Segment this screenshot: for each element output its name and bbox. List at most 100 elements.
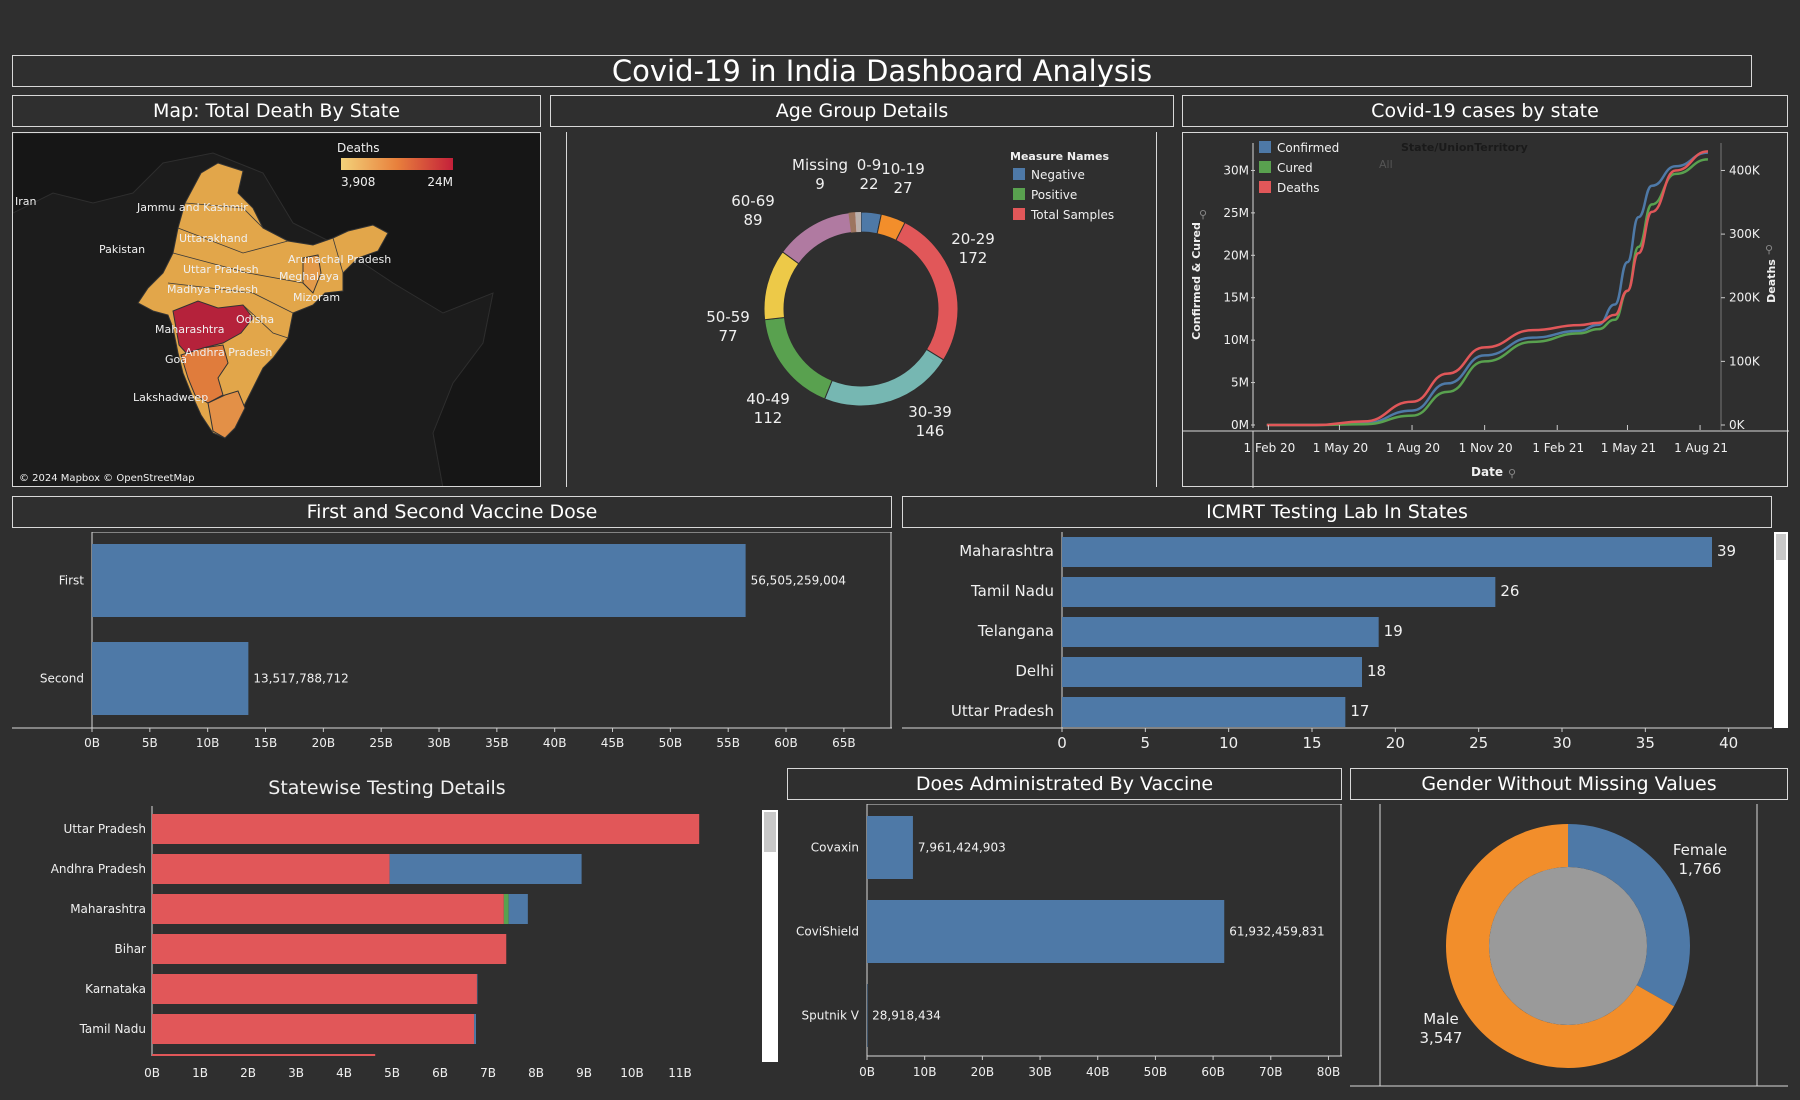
icmr-bar-telangana[interactable] (1062, 617, 1379, 647)
svg-text:Total Samples: Total Samples (1030, 208, 1114, 222)
age-panel[interactable]: 0-9 22 10-19 27 20-29 172 30-39 146 40-49 112 50-5… (550, 132, 1174, 487)
cases-x-tick: 1 May 21 (1601, 441, 1656, 455)
dose-bar-svg[interactable]: First 56,505,259,004 Second 13,517,788,712 0… (12, 531, 892, 760)
icmr-scrollbar[interactable] (1774, 532, 1788, 728)
icmr-bar-uttar-pradesh[interactable] (1062, 697, 1346, 727)
byvax-bar-svg[interactable]: Covaxin 7,961,424,903 CoviShield 61,932,459… (787, 803, 1342, 1096)
age-donut-svg[interactable]: 0-92210-1927 20-29172 30-39146 40-49112 50-5… (550, 132, 1174, 487)
cases-legend-deaths[interactable]: Deaths (1259, 181, 1320, 195)
cases-line-deaths[interactable] (1266, 150, 1709, 427)
age-legend-positive[interactable]: Positive (1013, 188, 1077, 202)
gender-donut-svg[interactable]: Female1,766 Male3,547 (1350, 804, 1788, 1096)
icmr-value-label: 19 (1384, 622, 1403, 640)
icmr-bar-maharashtra[interactable] (1062, 537, 1712, 567)
dose-panel[interactable]: First 56,505,259,004 Second 13,517,788,712 0… (12, 531, 892, 760)
statewise-bar-karnataka-total-samples[interactable] (152, 974, 477, 1004)
age-slice-40-49[interactable] (764, 316, 833, 400)
byvax-category-sputnik-v: Sputnik V (802, 1009, 860, 1023)
map-label-lakshadweep: Lakshadweep (133, 391, 208, 404)
statewise-bar-tamil-nadu-negative[interactable] (474, 1014, 476, 1044)
icmr-category-maharashtra: Maharashtra (959, 542, 1054, 560)
cases-x-title: Date (1471, 465, 1503, 479)
gender-panel[interactable]: Female 1,766 Male 3,547 (1350, 804, 1788, 1096)
map-attribution[interactable]: © 2024 Mapbox © OpenStreetMap (19, 473, 195, 484)
cases-x-tick: 1 May 20 (1313, 441, 1368, 455)
cases-y-left-tick: 20M (1223, 248, 1249, 262)
statewise-bar-maharashtra-positive[interactable] (503, 894, 509, 924)
pin-icon-left[interactable]: ⚲ (1199, 208, 1207, 221)
map-label-uttarakhand: Uttarakhand (179, 232, 248, 245)
statewise-x-tick: 1B (192, 1066, 208, 1080)
statewise-scrollbar-thumb[interactable] (764, 812, 776, 852)
age-slice-20-29[interactable] (895, 221, 959, 361)
cases-line-cured[interactable] (1266, 158, 1709, 427)
icmr-x-tick: 5 (1141, 734, 1151, 752)
icmr-bar-svg[interactable]: Maharashtra 39 Tamil Nadu 26 Telangana 19 Delh… (902, 532, 1790, 760)
cases-panel[interactable]: 0M 5M 10M 15M 20M 25M 30M 0K 100K 200K 300K 400K 1 F… (1182, 132, 1789, 488)
age-label-20-29: 20-29 (951, 230, 995, 248)
cases-line-svg[interactable]: 0M 5M 10M 15M 20M 25M 30M 0K 100K 200K 300K 400K 1 F… (1183, 133, 1789, 488)
dose-bar-second[interactable] (92, 642, 249, 715)
age-label-30-39: 30-39 (908, 403, 952, 421)
age-slice-30-39[interactable] (823, 348, 945, 407)
icmr-bar-tamil-nadu[interactable] (1062, 577, 1496, 607)
statewise-bar-maharashtra-total-samples[interactable] (152, 894, 504, 924)
dose-bar-first[interactable] (92, 544, 746, 617)
byvax-bar-covishield[interactable] (867, 900, 1225, 963)
statewise-bar-svg[interactable]: Uttar Pradesh Andhra Pradesh Maharashtra Bi… (12, 806, 792, 1096)
dose-value-label: 56,505,259,004 (751, 574, 846, 588)
statewise-category-karnataka: Karnataka (85, 982, 146, 996)
statewise-bar-andhra-pradesh-negative[interactable] (389, 854, 582, 884)
icmr-category-telangana: Telangana (977, 622, 1054, 640)
map-legend-title: Deaths (337, 141, 380, 155)
age-legend-title: Measure Names (1010, 150, 1109, 163)
byvax-bar-sputnik-v[interactable] (867, 984, 868, 1047)
pin-icon-right[interactable]: ⚲ (1765, 243, 1773, 256)
statewise-x-tick: 2B (240, 1066, 256, 1080)
cases-x-tick: 1 Aug 21 (1674, 441, 1728, 455)
statewise-bar-andhra-pradesh-total-samples[interactable] (152, 854, 390, 884)
age-slice-50-59[interactable] (763, 251, 800, 321)
cases-filter-value[interactable]: All (1379, 158, 1393, 171)
cases-legend-cured[interactable]: Cured (1259, 161, 1313, 175)
byvax-bar-covaxin[interactable] (867, 816, 913, 879)
svg-text:Cured: Cured (1277, 161, 1313, 175)
cases-x-tick: 1 Feb 20 (1244, 441, 1296, 455)
age-legend-total-samples[interactable]: Total Samples (1013, 208, 1114, 222)
statewise-bar-maharashtra-negative[interactable] (508, 894, 528, 924)
cases-y-left-title: Confirmed & Cured (1190, 222, 1203, 340)
cases-y-right-tick: 300K (1729, 227, 1761, 241)
statewise-bar-partial-hidden-row[interactable] (152, 1054, 376, 1056)
cases-title: Covid-19 cases by state (1371, 100, 1599, 122)
cases-x-tick: 1 Nov 20 (1459, 441, 1513, 455)
dose-x-tick: 45B (601, 736, 625, 750)
age-label-60-69: 60-69 (731, 192, 775, 210)
icmr-title: ICMRT Testing Lab In States (1206, 501, 1468, 523)
age-slice-60-69[interactable] (781, 211, 855, 265)
map-label-pakistan: Pakistan (99, 243, 145, 256)
cases-line-confirmed[interactable] (1266, 151, 1709, 427)
pin-icon-date[interactable]: ⚲ (1508, 467, 1516, 480)
statewise-bar-bihar-total-samples[interactable] (152, 934, 507, 964)
statewise-x-tick: 8B (528, 1066, 544, 1080)
icmr-panel[interactable]: Maharashtra 39 Tamil Nadu 26 Telangana 19 Delh… (902, 532, 1790, 760)
map-panel[interactable]: Iran Jammu and Kashmir Pakistan Uttarakhand… (12, 132, 541, 487)
dose-x-tick: 55B (716, 736, 740, 750)
icmr-bar-delhi[interactable] (1062, 657, 1362, 687)
statewise-bar-uttar-pradesh-total-samples[interactable] (152, 814, 700, 844)
map-svg[interactable]: Iran Jammu and Kashmir Pakistan Uttarakhand… (13, 133, 541, 487)
age-legend-negative[interactable]: Negative (1013, 168, 1085, 182)
byvax-title-box: Does Administrated By Vaccine (787, 768, 1342, 800)
cases-x-tick: 1 Aug 20 (1386, 441, 1440, 455)
map-label-mizoram: Mizoram (293, 291, 340, 304)
statewise-category-uttar-pradesh: Uttar Pradesh (64, 822, 146, 836)
byvax-panel[interactable]: Covaxin 7,961,424,903 CoviShield 61,932,459… (787, 803, 1342, 1096)
statewise-panel[interactable]: Uttar Pradesh Andhra Pradesh Maharashtra Bi… (12, 806, 792, 1096)
byvax-category-covishield: CoviShield (796, 925, 859, 939)
dose-x-tick: 60B (774, 736, 798, 750)
statewise-bar-tamil-nadu-total-samples[interactable] (152, 1014, 475, 1044)
cases-y-left-tick: 30M (1223, 163, 1249, 177)
byvax-category-covaxin: Covaxin (811, 841, 859, 855)
cases-legend-confirmed[interactable]: Confirmed (1259, 141, 1339, 155)
icmr-scrollbar-thumb[interactable] (1776, 534, 1786, 560)
